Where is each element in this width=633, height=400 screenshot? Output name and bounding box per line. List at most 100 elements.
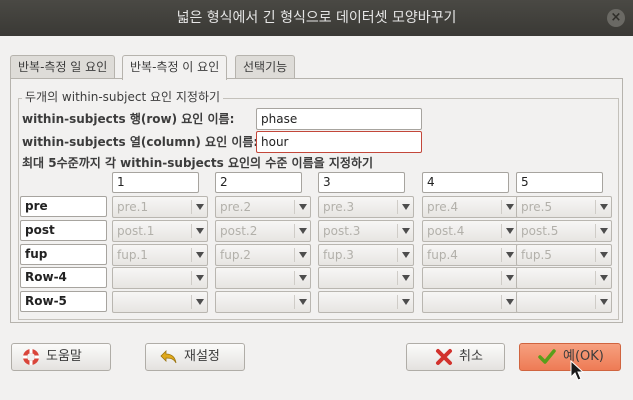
level-select[interactable]: [422, 267, 518, 289]
level-select[interactable]: [318, 267, 414, 289]
row-name-input[interactable]: fup: [20, 244, 107, 265]
help-button[interactable]: 도움말: [11, 343, 111, 371]
row-name-input[interactable]: Row-5: [20, 291, 107, 312]
level-select[interactable]: fup.2: [215, 244, 311, 266]
row-factor-input[interactable]: phase: [256, 108, 422, 130]
title-bar: 넓은 형식에서 긴 형식으로 데이터셋 모양바꾸기 ×: [0, 0, 633, 36]
level-select-value: fup.4: [427, 248, 458, 262]
tab-options[interactable]: 선택기능: [235, 55, 296, 79]
level-select-value: pre.1: [117, 200, 149, 214]
level-select[interactable]: pre.2: [215, 196, 311, 218]
level-select[interactable]: fup.3: [318, 244, 414, 266]
level-select[interactable]: post.2: [215, 220, 311, 242]
row-factor-label: within-subjects 행(row) 요인 이름:: [22, 112, 235, 126]
level-select-value: [219, 270, 290, 286]
row-name-input[interactable]: post: [20, 220, 107, 241]
level-select[interactable]: post.5: [516, 220, 612, 242]
level-select-value: [426, 270, 497, 286]
level-select[interactable]: fup.1: [112, 244, 208, 266]
level-select-value: post.4: [427, 224, 465, 238]
chevron-down-icon: [506, 228, 514, 234]
lifebuoy-icon: [23, 349, 39, 365]
chevron-down-icon: [506, 275, 514, 281]
select-divider: [191, 200, 192, 214]
cancel-x-icon: [436, 349, 452, 365]
level-select[interactable]: post.4: [422, 220, 518, 242]
chevron-down-icon: [600, 252, 608, 258]
cancel-button[interactable]: 취소: [406, 343, 505, 371]
select-divider: [501, 248, 502, 262]
chevron-down-icon: [402, 252, 410, 258]
select-divider: [294, 271, 295, 285]
level-select[interactable]: [516, 291, 612, 313]
select-divider: [294, 224, 295, 238]
chevron-down-icon: [299, 252, 307, 258]
level-select-value: fup.2: [220, 248, 251, 262]
select-divider: [595, 200, 596, 214]
select-divider: [501, 271, 502, 285]
chevron-down-icon: [299, 275, 307, 281]
level-select-value: [520, 270, 591, 286]
chevron-down-icon: [299, 228, 307, 234]
row-name-input[interactable]: pre: [20, 196, 107, 217]
undo-icon: [160, 350, 177, 364]
level-select-value: fup.3: [323, 248, 354, 262]
chevron-down-icon: [196, 299, 204, 305]
level-select-value: pre.2: [220, 200, 252, 214]
level-select[interactable]: fup.5: [516, 244, 612, 266]
level-select[interactable]: pre.5: [516, 196, 612, 218]
mouse-cursor-icon: [570, 360, 584, 381]
level-select[interactable]: pre.1: [112, 196, 208, 218]
level-select[interactable]: post.3: [318, 220, 414, 242]
level-select-value: post.1: [117, 224, 155, 238]
column-header-input[interactable]: 3: [318, 172, 405, 193]
select-divider: [397, 200, 398, 214]
level-select-value: [219, 294, 290, 310]
level-select[interactable]: [112, 267, 208, 289]
chevron-down-icon: [196, 252, 204, 258]
tab-panel: 두개의 within-subject 요인 지정하기 within-subjec…: [10, 78, 623, 323]
chevron-down-icon: [402, 299, 410, 305]
select-divider: [501, 295, 502, 309]
level-select[interactable]: [422, 291, 518, 313]
select-divider: [294, 248, 295, 262]
select-divider: [501, 200, 502, 214]
level-select[interactable]: [215, 267, 311, 289]
chevron-down-icon: [600, 299, 608, 305]
select-divider: [501, 224, 502, 238]
select-divider: [595, 248, 596, 262]
select-divider: [191, 295, 192, 309]
column-header-input[interactable]: 5: [516, 172, 603, 193]
level-select[interactable]: [215, 291, 311, 313]
level-select-value: fup.5: [521, 248, 552, 262]
col-factor-label: within-subjects 열(column) 요인 이름:: [22, 135, 259, 149]
chevron-down-icon: [506, 299, 514, 305]
tab-two-factor[interactable]: 반복-측정 이 요인: [122, 55, 228, 80]
row-name-input[interactable]: Row-4: [20, 267, 107, 288]
level-select[interactable]: pre.4: [422, 196, 518, 218]
chevron-down-icon: [506, 252, 514, 258]
select-divider: [191, 248, 192, 262]
close-icon[interactable]: ×: [607, 9, 625, 27]
chevron-down-icon: [402, 204, 410, 210]
column-header-input[interactable]: 4: [422, 172, 509, 193]
level-select[interactable]: post.1: [112, 220, 208, 242]
select-divider: [595, 224, 596, 238]
column-header-input[interactable]: 1: [112, 172, 199, 193]
level-select[interactable]: pre.3: [318, 196, 414, 218]
select-divider: [191, 271, 192, 285]
select-divider: [397, 295, 398, 309]
select-divider: [397, 271, 398, 285]
level-select[interactable]: [516, 267, 612, 289]
help-button-label: 도움말: [46, 349, 82, 364]
level-select[interactable]: fup.4: [422, 244, 518, 266]
reset-button[interactable]: 재설정: [145, 343, 245, 371]
chevron-down-icon: [402, 228, 410, 234]
tab-one-factor[interactable]: 반복-측정 일 요인: [10, 55, 116, 79]
level-select[interactable]: [318, 291, 414, 313]
level-select[interactable]: [112, 291, 208, 313]
chevron-down-icon: [196, 228, 204, 234]
column-header-input[interactable]: 2: [215, 172, 302, 193]
level-select-value: post.3: [323, 224, 361, 238]
col-factor-input[interactable]: hour: [256, 131, 422, 153]
